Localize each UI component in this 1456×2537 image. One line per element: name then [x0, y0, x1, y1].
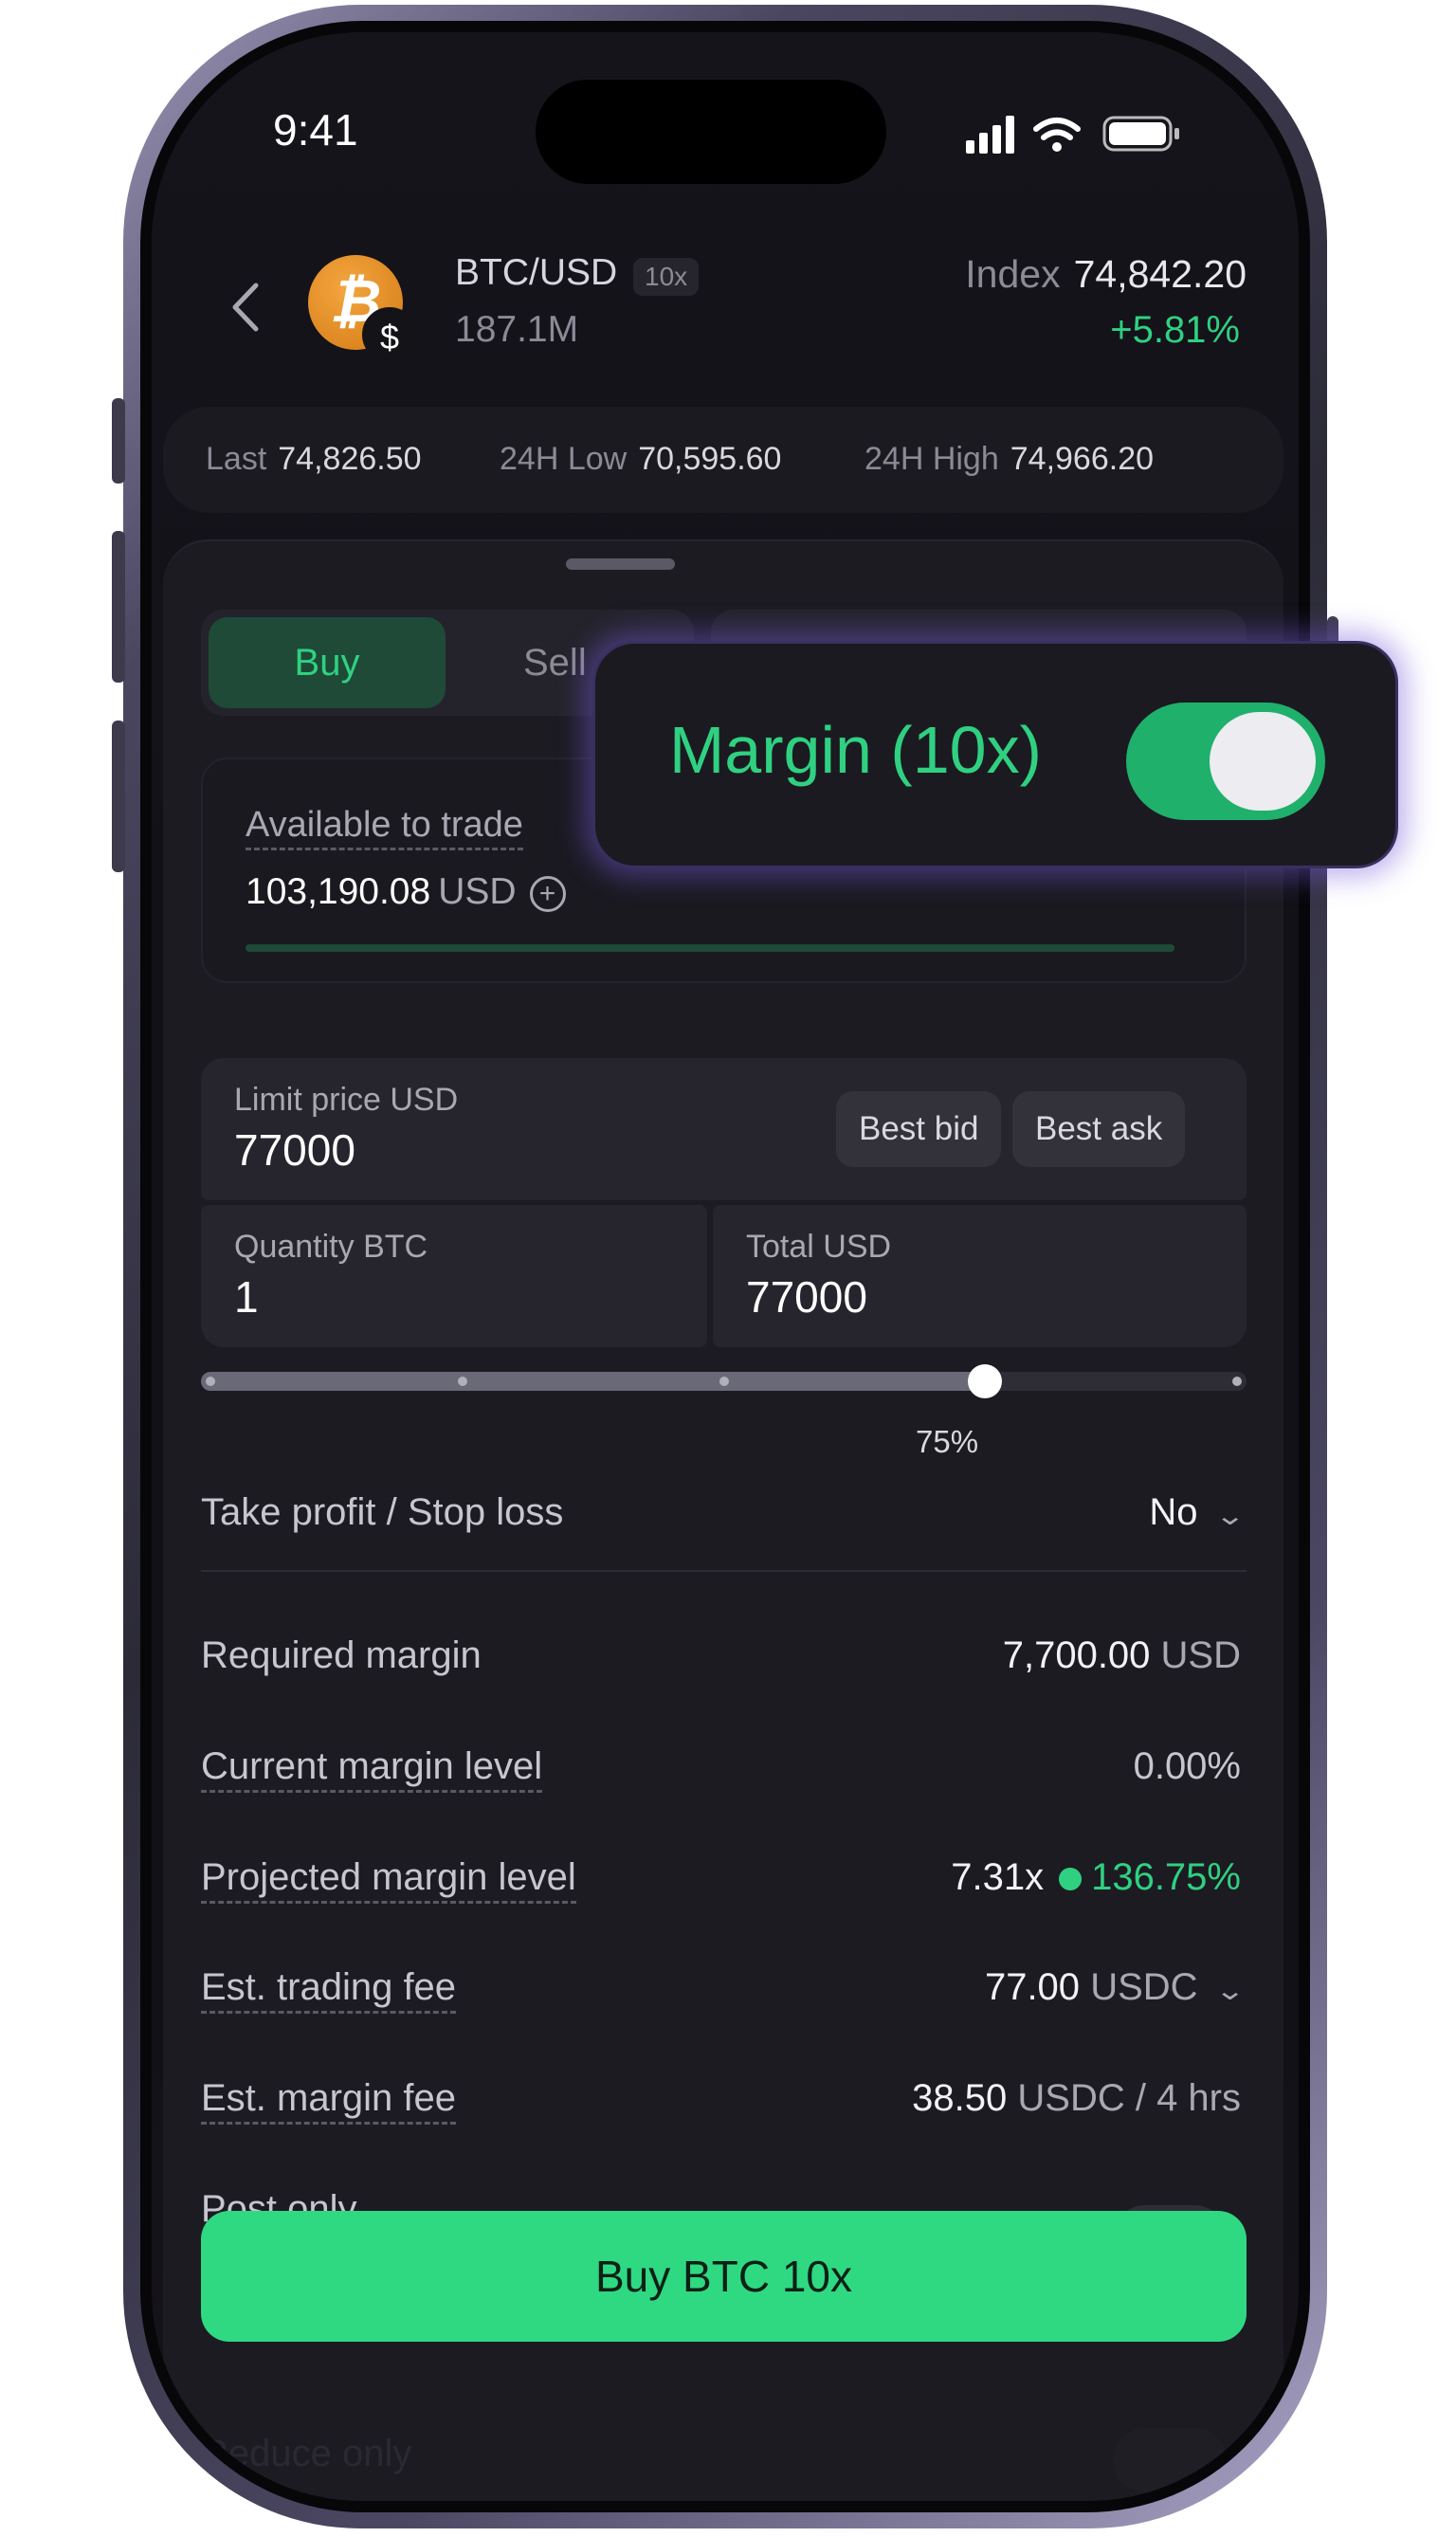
- tab-sell[interactable]: Sell: [523, 617, 587, 708]
- slider-fill: [201, 1372, 986, 1391]
- index-price: Index 74,842.20: [965, 252, 1247, 297]
- total-field[interactable]: Total USD 77000: [713, 1205, 1247, 1347]
- market-stats-bar: Last 74,826.50 24H Low 70,595.60 24H High 7…: [163, 407, 1283, 513]
- required-margin-unit: USD: [1160, 1634, 1241, 1676]
- stat-value: 70,595.60: [638, 441, 782, 477]
- divider: [201, 1570, 1247, 1572]
- available-unit: USD: [438, 871, 517, 912]
- trading-fee-value[interactable]: 77.00 USDC ⌄: [984, 1966, 1246, 2009]
- status-time: 9:41: [273, 105, 358, 155]
- margin-fee-label[interactable]: Est. margin fee: [201, 2077, 457, 2125]
- volume-up-button: [112, 531, 125, 683]
- tpsl-value: No: [1149, 1491, 1198, 1533]
- slider-stop[interactable]: [206, 1377, 215, 1386]
- stat-value: 74,826.50: [278, 441, 422, 477]
- side-button: [112, 398, 125, 484]
- chevron-down-icon: ⌄: [1213, 1976, 1246, 2005]
- status-dot-icon: [1059, 1868, 1083, 1891]
- available-amount: 103,190.08: [246, 871, 431, 912]
- trading-fee-label[interactable]: Est. trading fee: [201, 1966, 457, 2014]
- projected-margin-percent: 136.75%: [1091, 1856, 1241, 1898]
- leverage-badge: 10x: [633, 258, 700, 296]
- slider-thumb[interactable]: [968, 1364, 1003, 1398]
- margin-fee-unit: USDC / 4 hrs: [1017, 2077, 1241, 2119]
- limit-price-field[interactable]: Limit price USD 77000 Best bid Best ask: [201, 1058, 1247, 1200]
- index-value: 74,842.20: [1073, 252, 1247, 296]
- slider-stop[interactable]: [1232, 1377, 1242, 1386]
- dollar-icon: $: [362, 307, 417, 362]
- stat-24h-low: 24H Low 70,595.60: [500, 441, 781, 478]
- tab-buy[interactable]: Buy: [209, 617, 446, 708]
- margin-toggle[interactable]: [1126, 703, 1325, 820]
- dynamic-island: [536, 80, 886, 184]
- back-chevron-icon[interactable]: [218, 274, 275, 340]
- projected-margin-label[interactable]: Projected margin level: [201, 1856, 576, 1904]
- slider-stop[interactable]: [458, 1377, 467, 1386]
- index-label: Index: [965, 252, 1061, 296]
- stat-label: 24H Low: [500, 441, 628, 477]
- toggle-knob: [1210, 712, 1316, 811]
- total-label: Total USD: [746, 1229, 892, 1265]
- chevron-down-icon: ⌄: [1213, 1501, 1246, 1530]
- slider-stop[interactable]: [719, 1377, 729, 1386]
- current-margin-value: 0.00%: [1133, 1745, 1241, 1787]
- trading-fee-unit: USDC: [1090, 1966, 1198, 2008]
- battery-icon: [1102, 116, 1179, 152]
- pair-name: BTC/USD: [455, 252, 618, 293]
- limit-price-label: Limit price USD: [234, 1082, 459, 1118]
- price-change: +5.81%: [1110, 309, 1240, 351]
- stat-label: Last: [206, 441, 267, 477]
- margin-callout: Margin (10x): [592, 641, 1398, 868]
- amount-slider[interactable]: [201, 1364, 1247, 1398]
- margin-fee-value: 38.50 USDC / 4 hrs: [912, 2077, 1241, 2120]
- quantity-field[interactable]: Quantity BTC 1: [201, 1205, 707, 1347]
- stat-last: Last 74,826.50: [206, 441, 422, 478]
- available-bar: [246, 944, 1174, 952]
- margin-label: Margin (10x): [669, 713, 1042, 787]
- available-value: 103,190.08 USD +: [246, 871, 566, 913]
- signal-icon: [966, 116, 1014, 154]
- tpsl-label: Take profit / Stop loss: [201, 1491, 564, 1533]
- status-icons: [966, 116, 1179, 154]
- limit-price-input[interactable]: 77000: [234, 1124, 355, 1176]
- reduce-only-toggle[interactable]: [1113, 2428, 1227, 2492]
- slider-percent: 75%: [916, 1424, 979, 1459]
- volume-down-button: [112, 721, 125, 872]
- stat-label: 24H High: [864, 441, 999, 477]
- wifi-icon: [1033, 118, 1081, 140]
- quantity-label: Quantity BTC: [234, 1229, 428, 1265]
- trading-fee-amount: 77.00: [984, 1966, 1081, 2008]
- sheet-handle[interactable]: [566, 558, 675, 570]
- stat-value: 74,966.20: [1010, 441, 1155, 477]
- margin-fee-amount: 38.50: [912, 2077, 1008, 2119]
- app-screen: 9:41 ₿ $ BTC/USD 10x 187.1M Index 74,842.…: [152, 32, 1299, 2501]
- buy-button[interactable]: Buy BTC 10x: [201, 2211, 1247, 2342]
- add-funds-icon[interactable]: +: [529, 875, 566, 912]
- required-margin-label: Required margin: [201, 1634, 482, 1676]
- reduce-only-label: Reduce only: [201, 2433, 412, 2474]
- best-ask-button[interactable]: Best ask: [1012, 1091, 1186, 1167]
- volume-value: 187.1M: [455, 309, 579, 350]
- available-label[interactable]: Available to trade: [246, 805, 523, 850]
- quantity-input[interactable]: 1: [234, 1271, 259, 1323]
- current-margin-label[interactable]: Current margin level: [201, 1745, 543, 1793]
- required-margin-value: 7,700.00 USD: [1003, 1634, 1241, 1677]
- best-bid-button[interactable]: Best bid: [836, 1091, 1002, 1167]
- projected-margin-multiplier: 7.31x: [951, 1856, 1045, 1898]
- projected-margin-value: 7.31x 136.75%: [951, 1856, 1241, 1899]
- required-margin-amount: 7,700.00: [1002, 1634, 1151, 1676]
- stat-24h-high: 24H High 74,966.20: [864, 441, 1154, 478]
- tpsl-dropdown[interactable]: No ⌄: [1149, 1491, 1245, 1534]
- total-input[interactable]: 77000: [746, 1271, 867, 1323]
